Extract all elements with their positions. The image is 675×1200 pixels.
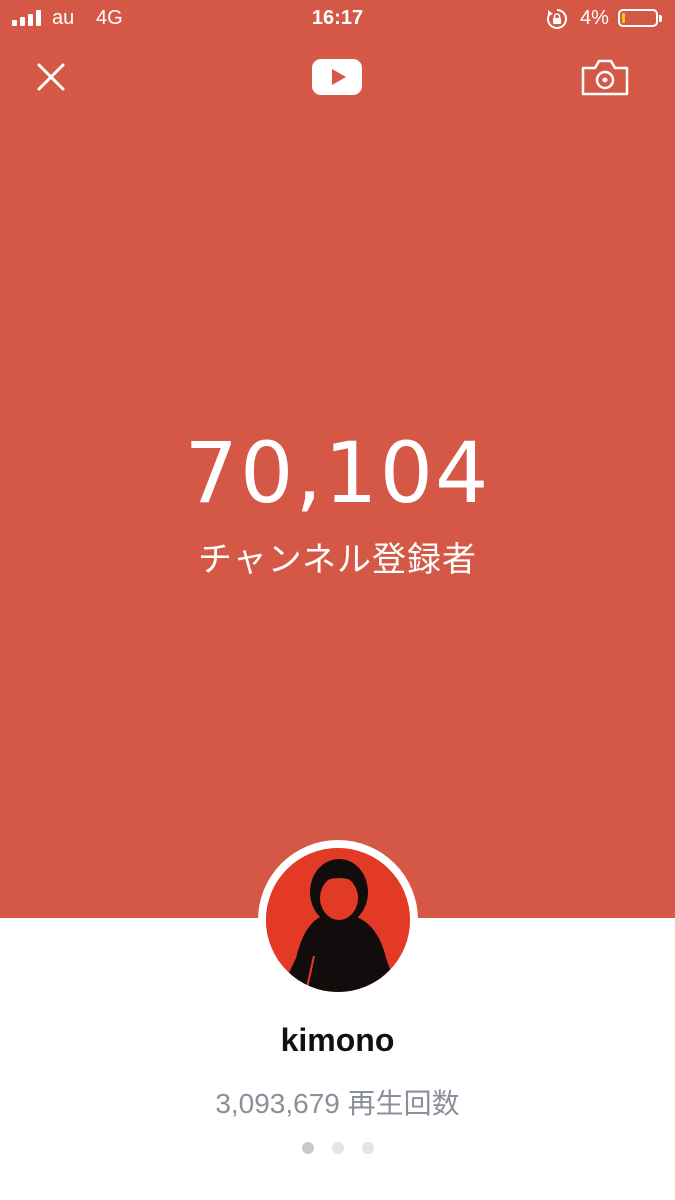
status-time: 16:17 [311,7,364,29]
avatar-image [266,848,410,992]
view-count: 3,093,679 再生回数 [215,1088,460,1119]
page-indicator[interactable] [0,1142,675,1154]
camera-icon [581,59,629,96]
status-bar: au 4G 16:17 4% [0,0,675,38]
close-button[interactable] [30,56,72,98]
avatar [258,840,418,1000]
page-dot[interactable] [331,1142,344,1154]
battery-level [622,13,625,23]
camera-button[interactable] [579,56,631,98]
rotation-lock-icon [547,9,567,29]
page-dot[interactable] [361,1142,374,1154]
channel-name: kimono [280,1022,395,1058]
youtube-logo-icon [312,59,362,95]
page-dot[interactable] [301,1142,314,1154]
battery-percent: 4% [580,7,609,29]
close-icon [37,63,65,91]
hero-panel: au 4G 16:17 4% 70,104 チャンネル登録者 [0,0,675,918]
subscriber-label: チャンネル登録者 [198,541,477,579]
avatar-silhouette-icon [266,848,410,992]
battery-icon [618,9,662,27]
subscriber-count-screen: au 4G 16:17 4% 70,104 チャンネル登録者 kimono 3,… [0,0,675,1200]
subscriber-count: 70,104 [184,424,491,522]
